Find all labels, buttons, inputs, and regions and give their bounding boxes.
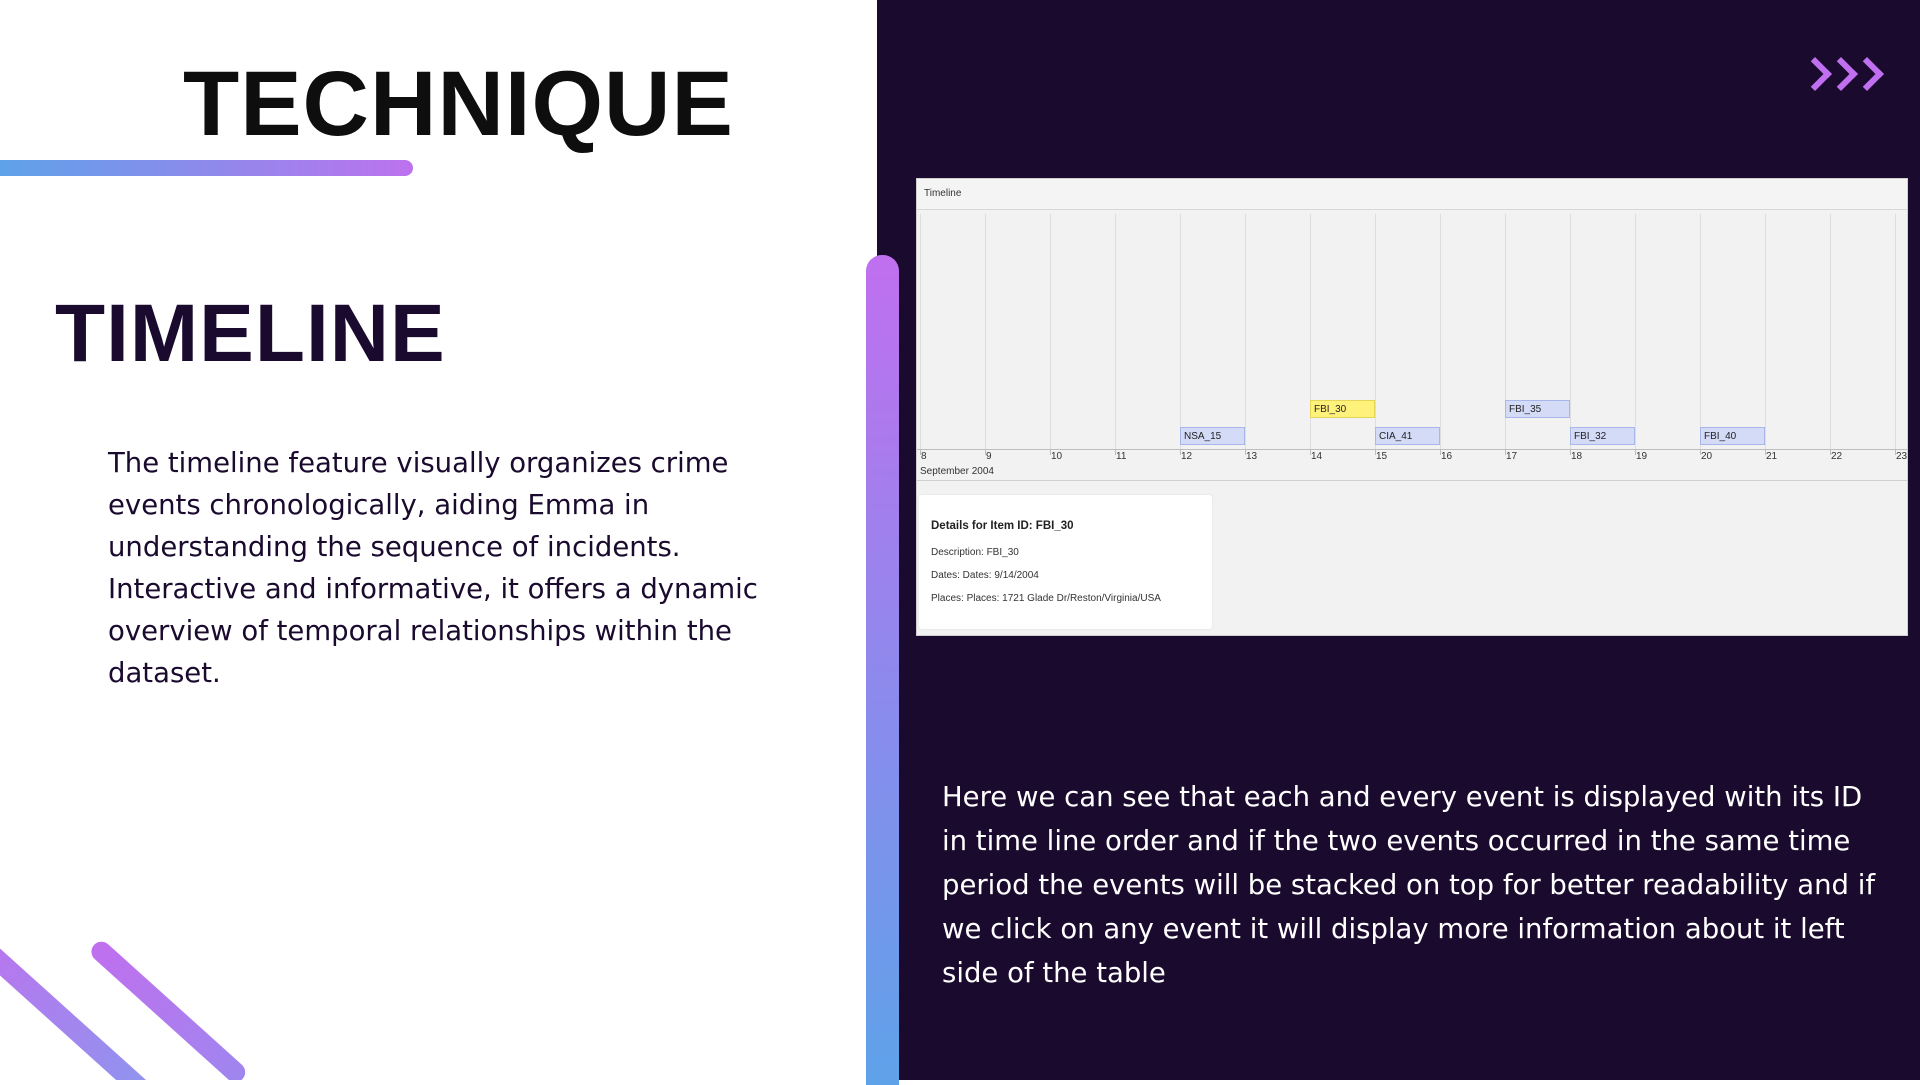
timeline-panel-title: Timeline: [924, 188, 962, 199]
timeline-tick-label: 11: [1116, 451, 1127, 462]
left-panel: TECHNIQUE TIMELINE The timeline feature …: [0, 0, 877, 1080]
details-panel: Details for Item ID: FBI_30 Description:…: [919, 495, 1212, 629]
timeline-gridline: [1440, 214, 1441, 449]
explanation-text: Here we can see that each and every even…: [942, 781, 1876, 989]
timeline-gridline: [1115, 214, 1116, 449]
timeline-gridline: [985, 214, 986, 449]
heading-underline: [0, 160, 413, 176]
timeline-tick-label: 10: [1051, 451, 1063, 462]
section-title: TIMELINE: [55, 288, 446, 379]
details-places: Places: Places: 1721 Glade Dr/Reston/Vir…: [931, 593, 1161, 604]
details-description: Description: FBI_30: [931, 547, 1019, 558]
decorative-stripe: [0, 927, 156, 1080]
timeline-panel-header: Timeline: [917, 179, 1907, 210]
timeline-tick-label: 8: [921, 451, 927, 462]
timeline-tick-label: 12: [1181, 451, 1193, 462]
timeline-tick-label: 13: [1246, 451, 1258, 462]
timeline-gridline: [1050, 214, 1051, 449]
timeline-event[interactable]: FBI_30: [1310, 400, 1375, 418]
triple-chevron-right-icon: [1798, 57, 1884, 91]
timeline-tick-label: 21: [1766, 451, 1778, 462]
timeline-tick-label: 19: [1636, 451, 1648, 462]
timeline-event[interactable]: CIA_41: [1375, 427, 1440, 445]
timeline-event[interactable]: FBI_40: [1700, 427, 1765, 445]
chevron-right-icon: [1850, 57, 1884, 91]
timeline-gridline: [1765, 214, 1766, 449]
timeline-event[interactable]: NSA_15: [1180, 427, 1245, 445]
timeline-axis: [917, 449, 1907, 450]
month-label: September 2004: [920, 466, 994, 477]
axis-divider: [917, 480, 1907, 481]
timeline-tick-label: 18: [1571, 451, 1583, 462]
timeline-event[interactable]: FBI_35: [1505, 400, 1570, 418]
timeline-screenshot: Timeline September 2004 8 9 10 11 12 13 14 15 16…: [916, 178, 1908, 636]
timeline-gridline: [1895, 214, 1896, 449]
timeline-gridline: [1830, 214, 1831, 449]
timeline-gridline: [1245, 214, 1246, 449]
timeline-tick-label: 16: [1441, 451, 1453, 462]
timeline-gridline: [1635, 214, 1636, 449]
timeline-tick-label: 14: [1311, 451, 1323, 462]
details-title: Details for Item ID: FBI_30: [931, 520, 1074, 532]
timeline-gridline: [1570, 214, 1571, 449]
timeline-event[interactable]: FBI_32: [1570, 427, 1635, 445]
slide-heading: TECHNIQUE: [183, 53, 734, 155]
vertical-accent-bar: [866, 255, 899, 1085]
timeline-gridline: [920, 214, 921, 449]
timeline-tick-label: 22: [1831, 451, 1843, 462]
details-dates: Dates: Dates: 9/14/2004: [931, 570, 1039, 581]
timeline-tick-label: 23: [1896, 451, 1908, 462]
timeline-gridline: [1375, 214, 1376, 449]
timeline-gridline: [1180, 214, 1181, 449]
description-text: The timeline feature visually organizes …: [108, 447, 758, 689]
timeline-gridline: [1700, 214, 1701, 449]
timeline-tick-label: 17: [1506, 451, 1518, 462]
timeline-tick-label: 9: [986, 451, 992, 462]
timeline-tick-label: 20: [1701, 451, 1713, 462]
timeline-tick-label: 15: [1376, 451, 1388, 462]
